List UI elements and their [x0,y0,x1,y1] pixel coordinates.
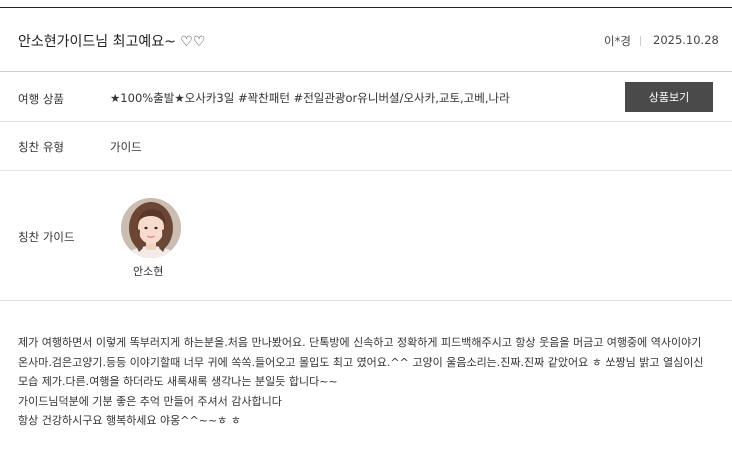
guide-name: 안소현 [133,265,164,278]
guide-portrait-icon [121,198,181,258]
review-body-line: 모습 제가.다른.여행을 하더라도 새록새록 생각나는 분일듯 합니다~~ [18,375,338,388]
review-date: 2025.10.28 [653,33,719,47]
review-title: 안소현가이드님 최고예요~ ♡♡ [18,34,206,50]
guide-avatar [121,198,181,258]
product-label: 여행 상품 [18,92,64,106]
review-body-line: 가이드님덕분에 기분 좋은 추억 만들어 주셔서 감사합니다 [18,394,282,408]
product-row: 여행 상품 ★100%출발★오사카3일 #꽉찬패턴 #전일관광or유니버셜/오사… [0,73,732,122]
praise-guide-label: 칭찬 가이드 [18,230,75,244]
review-body: 제가 여행하면서 이렇게 똑부러지게 하는분을.처음 만나봤어요. 단톡방에 신… [18,333,718,431]
praise-type-label: 칭찬 유형 [18,140,64,154]
praise-type-value: 가이드 [110,140,142,154]
product-name: ★100%출발★오사카3일 #꽉찬패턴 #전일관광or유니버셜/오사카,교토,고… [110,91,510,105]
praise-type-row: 칭찬 유형 가이드 [0,122,732,171]
review-header: 안소현가이드님 최고예요~ ♡♡ 이*경 2025.10.28 [0,8,732,72]
praise-guide-row: 칭찬 가이드 안소현 [0,171,732,301]
header-separator [640,36,641,46]
review-body-line: 항상 건강하시구요 행복하세요 야옹^^~~ㅎ ㅎ [18,414,241,427]
review-body-line: 제가 여행하면서 이렇게 똑부러지게 하는분을.처음 만나봤어요. 단톡방에 신… [18,336,702,349]
view-product-button[interactable]: 상품보기 [625,82,713,112]
review-body-line: 온사마.검은고양기.등등 이야기할때 너무 귀에 쏙쏙.들어오고 몰입도 최고 … [18,355,704,369]
review-author: 이*경 [604,34,631,48]
